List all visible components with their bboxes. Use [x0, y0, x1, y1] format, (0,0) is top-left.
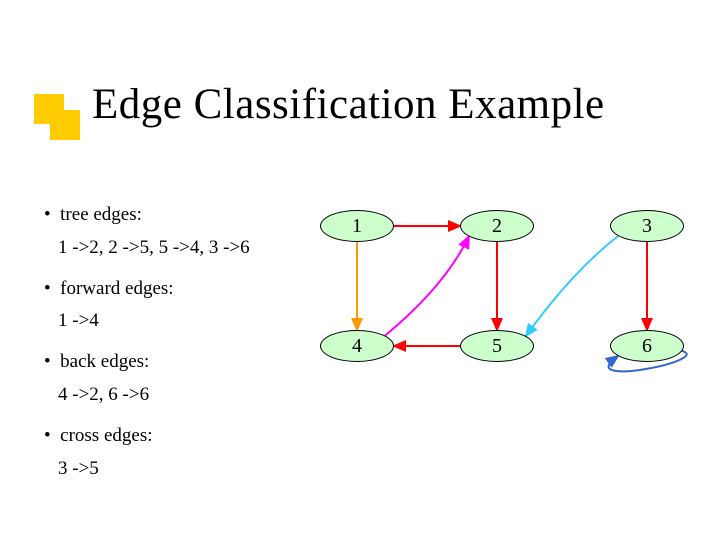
bullet-forward: • forward edges:	[40, 278, 310, 301]
bullet-label: forward edges:	[60, 278, 173, 299]
node-label: 1	[352, 215, 362, 238]
bullet-label: back edges:	[60, 351, 149, 372]
bullet-forward-items: 1 ->4	[40, 310, 310, 333]
edge-cross	[526, 236, 618, 336]
bullet-tree: • tree edges:	[40, 204, 310, 227]
graph-node-2: 2	[460, 210, 534, 242]
graph-node-1: 1	[320, 210, 394, 242]
graph-node-6: 6	[610, 330, 684, 362]
accent-square	[50, 110, 80, 140]
graph: 1 2 3 4 5 6	[320, 210, 700, 410]
graph-node-4: 4	[320, 330, 394, 362]
bullet-cross: • cross edges:	[40, 425, 310, 448]
graph-node-5: 5	[460, 330, 534, 362]
bullet-label: cross edges:	[60, 425, 152, 446]
node-label: 4	[352, 335, 362, 358]
graph-node-3: 3	[610, 210, 684, 242]
slide-title: Edge Classification Example	[92, 80, 605, 129]
bullet-label: tree edges:	[60, 204, 142, 225]
node-label: 3	[642, 215, 652, 238]
bullet-back-items: 4 ->2, 6 ->6	[40, 384, 310, 407]
bullet-cross-items: 3 ->5	[40, 458, 310, 481]
node-label: 5	[492, 335, 502, 358]
bullet-tree-items: 1 ->2, 2 ->5, 5 ->4, 3 ->6	[40, 237, 310, 260]
node-label: 2	[492, 215, 502, 238]
edge-back	[385, 236, 469, 335]
bullet-back: • back edges:	[40, 351, 310, 374]
slide: Edge Classification Example • tree edges…	[0, 0, 720, 540]
node-label: 6	[642, 335, 652, 358]
bullet-list: • tree edges: 1 ->2, 2 ->5, 5 ->4, 3 ->6…	[40, 200, 310, 498]
